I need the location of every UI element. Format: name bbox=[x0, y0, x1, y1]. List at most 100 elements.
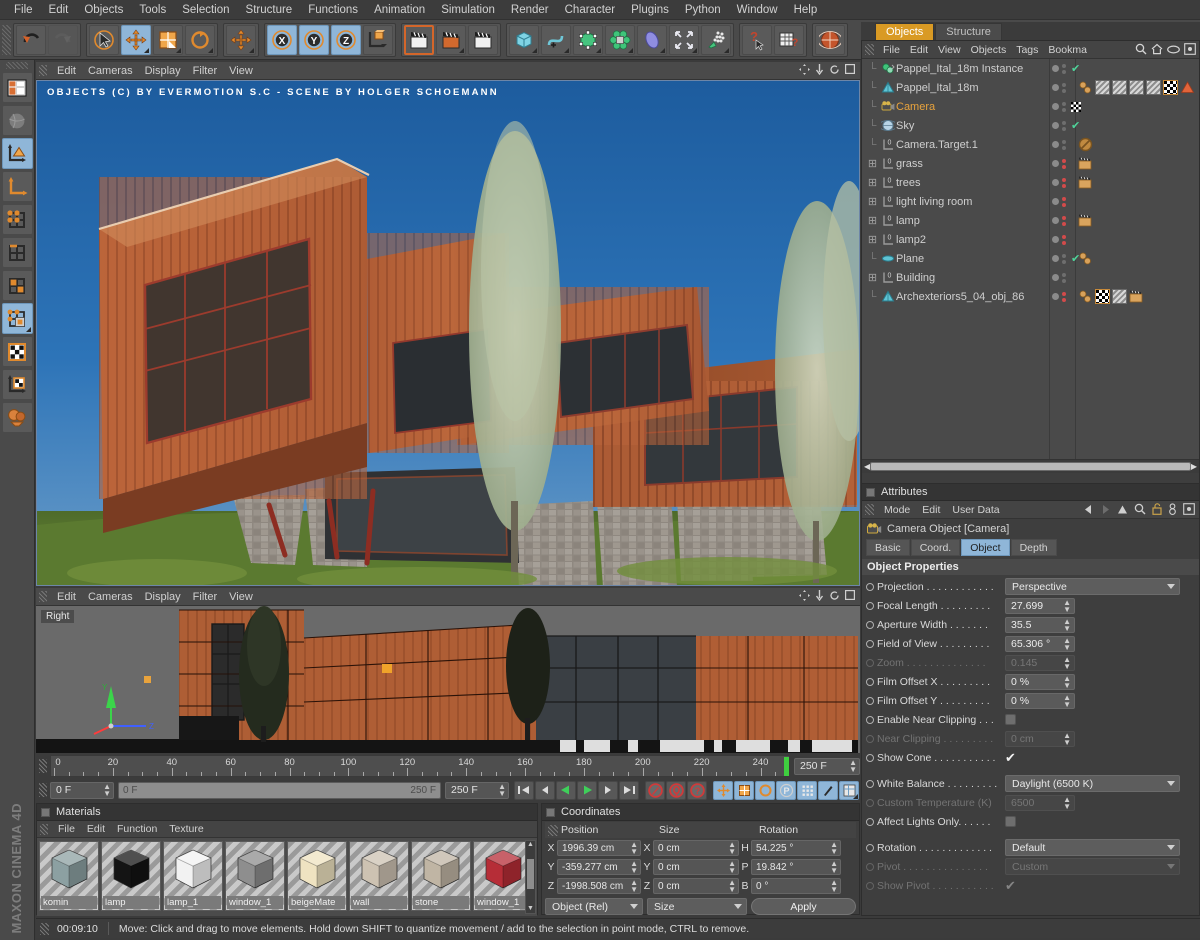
pan-icon[interactable] bbox=[799, 590, 810, 601]
materials-menu-texture[interactable]: Texture bbox=[163, 823, 209, 835]
scroll-right-arrow[interactable]: ▶ bbox=[1191, 462, 1197, 471]
visibility-dot[interactable] bbox=[1062, 127, 1066, 131]
transport-grip[interactable] bbox=[39, 783, 47, 797]
texture-mode-button[interactable] bbox=[2, 336, 33, 367]
visibility-dot-column[interactable] bbox=[1062, 273, 1066, 283]
visibility-dots[interactable] bbox=[1052, 154, 1066, 173]
step-forward-button[interactable] bbox=[598, 781, 618, 800]
polygon-mode-button[interactable] bbox=[2, 270, 33, 301]
attributes-menu-mode[interactable]: Mode bbox=[878, 504, 916, 516]
viewport-top-menu-display[interactable]: Display bbox=[139, 65, 187, 77]
property-number-field[interactable]: 65.306 °▲▼ bbox=[1005, 636, 1075, 652]
visibility-dot[interactable] bbox=[1062, 108, 1066, 112]
expand-toggle-icon[interactable]: ⊞ bbox=[866, 157, 879, 170]
eye-icon[interactable] bbox=[1167, 45, 1180, 54]
position-y-field[interactable]: -359.277 cm▲▼ bbox=[557, 859, 641, 875]
position-x-field[interactable]: 1996.39 cm▲▼ bbox=[557, 840, 641, 856]
spinner-icon[interactable]: ▲▼ bbox=[826, 879, 838, 893]
attr-tab-object[interactable]: Object bbox=[961, 539, 1009, 556]
up-arrow-icon[interactable] bbox=[1117, 504, 1128, 515]
submenu-corner-icon[interactable] bbox=[660, 48, 665, 53]
enable-dot[interactable] bbox=[1052, 198, 1059, 205]
add-particles-button[interactable] bbox=[701, 25, 731, 55]
submenu-corner-icon[interactable] bbox=[144, 48, 149, 53]
rotation-b-field[interactable]: 0 °▲▼ bbox=[751, 878, 841, 894]
checker-mark-icon[interactable] bbox=[1071, 102, 1081, 112]
object-row[interactable]: └Archexteriors5_04_obj_86 bbox=[862, 287, 1199, 306]
scroll-up-arrow[interactable]: ▲ bbox=[526, 841, 535, 849]
viewport-bottom-menu-cameras[interactable]: Cameras bbox=[82, 591, 139, 603]
hscrollbar-thumb[interactable] bbox=[870, 462, 1191, 471]
add-nurbs-button[interactable] bbox=[573, 25, 603, 55]
property-number-field[interactable]: 0 %▲▼ bbox=[1005, 693, 1075, 709]
material-swatch[interactable]: beigeMate bbox=[287, 841, 347, 911]
menu-functions[interactable]: Functions bbox=[300, 0, 366, 20]
menu-window[interactable]: Window bbox=[729, 0, 786, 20]
spinner-icon[interactable]: ▲▼ bbox=[99, 783, 111, 797]
object-manager-menu-tags[interactable]: Tags bbox=[1011, 44, 1043, 56]
property-bullet-icon[interactable] bbox=[866, 583, 874, 591]
spinner-icon[interactable]: ▲▼ bbox=[1059, 796, 1071, 810]
expand-toggle-icon[interactable]: ⊞ bbox=[866, 176, 879, 189]
lock-y-button[interactable]: Y bbox=[299, 25, 329, 55]
visibility-dot[interactable] bbox=[1062, 222, 1066, 226]
enable-dot[interactable] bbox=[1052, 255, 1059, 262]
material-dots-tag-icon[interactable] bbox=[1078, 251, 1093, 266]
toolbar-grip[interactable] bbox=[2, 25, 11, 55]
right-ortho-canvas[interactable]: Right Y Z bbox=[36, 606, 860, 753]
link-icon[interactable] bbox=[1168, 503, 1177, 515]
panel-icon[interactable] bbox=[546, 808, 555, 817]
size-x-field[interactable]: 0 cm▲▼ bbox=[653, 840, 739, 856]
object-row[interactable]: ⊞0lamp bbox=[862, 211, 1199, 230]
visibility-dot[interactable] bbox=[1062, 292, 1066, 296]
object-row[interactable]: ⊞0grass bbox=[862, 154, 1199, 173]
object-tree[interactable]: └Pappel_Ital_18m Instance✔└Pappel_Ital_1… bbox=[862, 59, 1199, 459]
visibility-dot[interactable] bbox=[1062, 89, 1066, 93]
material-swatch[interactable]: stone bbox=[411, 841, 471, 911]
go-to-start-button[interactable] bbox=[514, 781, 534, 800]
zoom-icon[interactable] bbox=[815, 64, 824, 75]
rotation-p-field[interactable]: 19.842 °▲▼ bbox=[751, 859, 841, 875]
point-mode-button[interactable] bbox=[2, 204, 33, 235]
target-icon[interactable] bbox=[1184, 43, 1196, 55]
enabled-check-icon[interactable]: ✔ bbox=[1071, 62, 1080, 75]
spinner-icon[interactable]: ▲▼ bbox=[626, 841, 638, 855]
viewport-top-menu-view[interactable]: View bbox=[223, 65, 259, 77]
left-toolbar-grip[interactable] bbox=[6, 62, 28, 69]
visibility-dot[interactable] bbox=[1062, 216, 1066, 220]
visibility-dots[interactable] bbox=[1052, 287, 1066, 306]
submenu-corner-icon[interactable] bbox=[596, 48, 601, 53]
spinner-icon[interactable]: ▲▼ bbox=[1059, 732, 1071, 746]
visibility-dots[interactable] bbox=[1052, 173, 1066, 192]
menu-tools[interactable]: Tools bbox=[131, 0, 174, 20]
enable-dot[interactable] bbox=[1052, 122, 1059, 129]
spinner-icon[interactable]: ▲▼ bbox=[626, 879, 638, 893]
point-level-anim-button[interactable] bbox=[797, 781, 817, 800]
submenu-corner-icon[interactable] bbox=[532, 48, 537, 53]
object-manager-hscrollbar[interactable]: ◀ ▶ bbox=[862, 459, 1199, 473]
spinner-icon[interactable]: ▲▼ bbox=[1059, 694, 1071, 708]
hatch-tag-icon[interactable] bbox=[1146, 80, 1161, 95]
visibility-dot-column[interactable] bbox=[1062, 64, 1066, 74]
visibility-dot[interactable] bbox=[1062, 159, 1066, 163]
help-cursor-button[interactable]: ? bbox=[742, 25, 772, 55]
material-dots-tag-icon[interactable] bbox=[1078, 289, 1093, 304]
world-object-coord-button[interactable] bbox=[363, 25, 393, 55]
menu-character[interactable]: Character bbox=[557, 0, 624, 20]
object-manager-menu-bookma[interactable]: Bookma bbox=[1043, 44, 1092, 56]
visibility-dot-column[interactable] bbox=[1062, 216, 1066, 226]
object-row[interactable]: └0Camera.Target.1 bbox=[862, 135, 1199, 154]
menu-file[interactable]: File bbox=[6, 0, 41, 20]
panel-icon[interactable] bbox=[41, 808, 50, 817]
target-icon[interactable] bbox=[1183, 503, 1195, 515]
property-bullet-icon[interactable] bbox=[866, 716, 874, 724]
document-end-field[interactable]: 250 F ▲▼ bbox=[445, 782, 509, 799]
visibility-dot[interactable] bbox=[1062, 260, 1066, 264]
object-manager-grip[interactable] bbox=[865, 44, 874, 55]
add-cube-button[interactable] bbox=[509, 25, 539, 55]
object-row[interactable]: ⊞0lamp2 bbox=[862, 230, 1199, 249]
spinner-icon[interactable]: ▲▼ bbox=[1059, 618, 1071, 632]
current-frame-field[interactable]: 0 F ▲▼ bbox=[50, 782, 114, 799]
menu-edit[interactable]: Edit bbox=[41, 0, 77, 20]
enable-dot[interactable] bbox=[1052, 141, 1059, 148]
